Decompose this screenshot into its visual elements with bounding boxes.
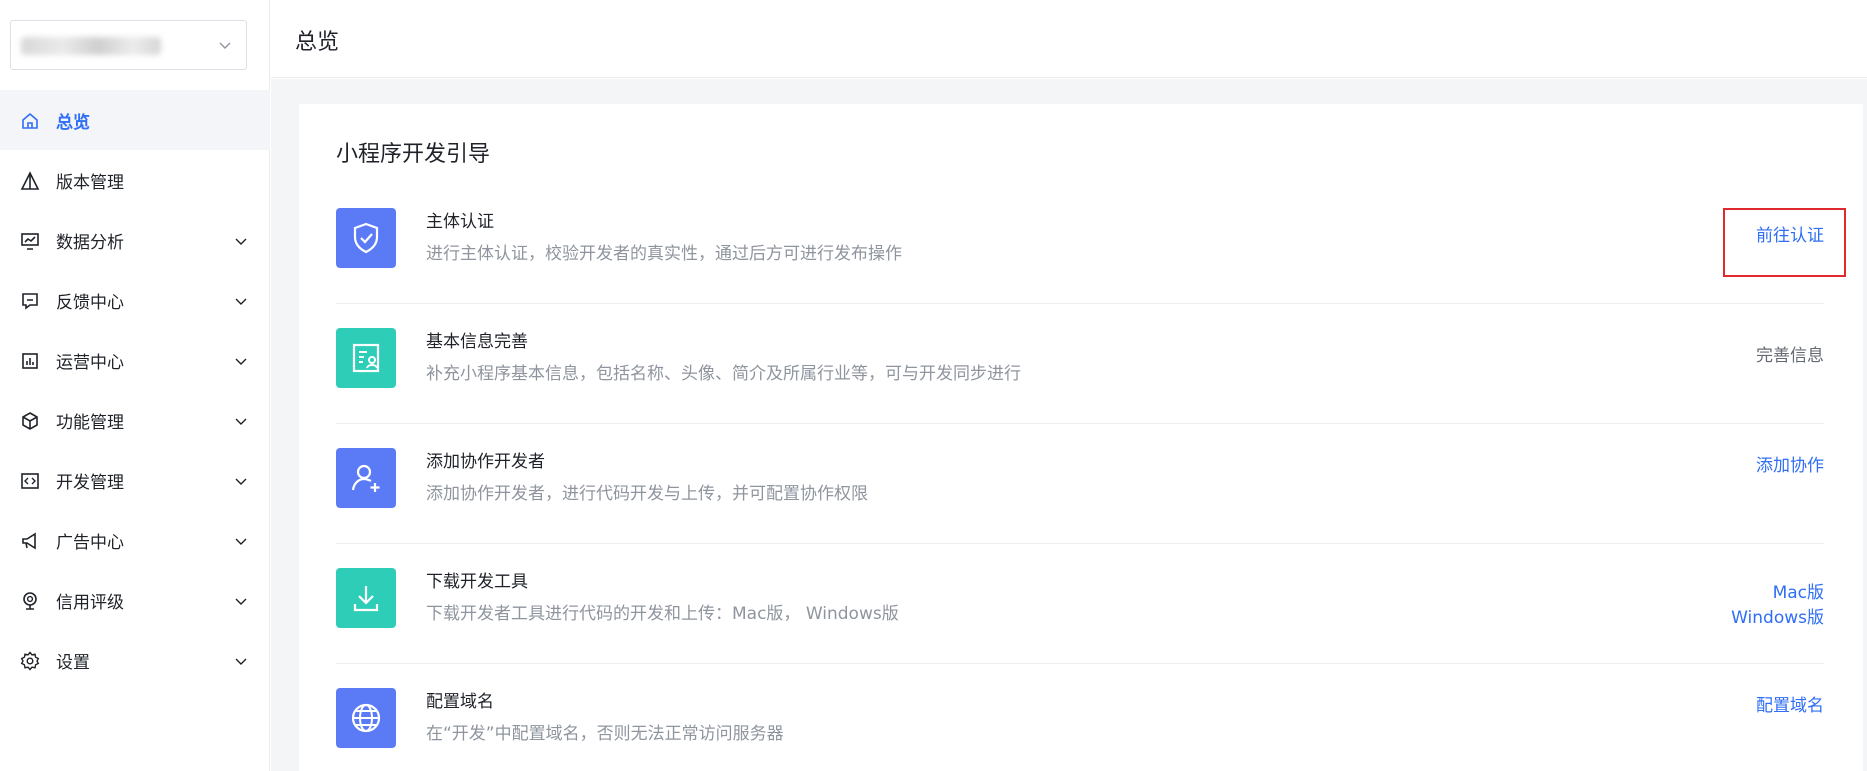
chevron-down-icon (235, 538, 247, 545)
sidebar-item-development[interactable]: 开发管理 (0, 450, 270, 510)
chevron-down-icon (235, 418, 247, 425)
code-icon (21, 473, 39, 489)
guide-row-basic-info: 基本信息完善 补充小程序基本信息，包括名称、头像、简介及所属行业等，可与开发同步… (336, 304, 1824, 424)
chevron-down-icon (235, 238, 247, 245)
sidebar-item-version[interactable]: 版本管理 (0, 150, 270, 210)
guide-row-collaborators: 添加协作开发者 添加协作开发者，进行代码开发与上传，并可配置协作权限 添加协作 (336, 424, 1824, 544)
guide-row-desc: 进行主体认证，校验开发者的真实性，通过后方可进行发布操作 (426, 244, 902, 264)
page-title: 总览 (295, 30, 340, 55)
sidebar-item-overview[interactable]: 总览 (0, 90, 270, 150)
chevron-down-icon (235, 358, 247, 365)
globe-icon (336, 688, 396, 748)
sidebar-item-data-analysis[interactable]: 数据分析 (0, 210, 270, 270)
sidebar-nav: 总览 版本管理 数据分析 反馈中心 运营中心 功能管理 开发管理 广告中心 信用… (0, 90, 270, 690)
sidebar-item-feedback[interactable]: 反馈中心 (0, 270, 270, 330)
download-icon (336, 568, 396, 628)
sidebar-item-label: 数据分析 (56, 232, 124, 253)
chevron-down-icon (219, 42, 231, 49)
guide-row-desc: 添加协作开发者，进行代码开发与上传，并可配置协作权限 (426, 484, 868, 504)
guide-row-download-tools: 下载开发工具 下载开发者工具进行代码的开发和上传：Mac版， Windows版 … (336, 544, 1824, 664)
guide-row-domain: 配置域名 在“开发”中配置域名，否则无法正常访问服务器 配置域名 (336, 664, 1824, 771)
guide-row-desc: 下载开发者工具进行代码的开发和上传：Mac版， Windows版 (426, 604, 899, 624)
sidebar-item-credit[interactable]: 信用评级 (0, 570, 270, 630)
card-title: 小程序开发引导 (336, 142, 491, 167)
sidebar-item-label: 反馈中心 (56, 292, 124, 313)
sidebar-item-features[interactable]: 功能管理 (0, 390, 270, 450)
sidebar: 总览 版本管理 数据分析 反馈中心 运营中心 功能管理 开发管理 广告中心 信用… (0, 0, 270, 771)
version-icon (20, 171, 40, 190)
guide-row-title: 主体认证 (426, 212, 494, 232)
operations-icon (22, 353, 38, 369)
feedback-icon (22, 293, 38, 310)
guide-row-desc: 在“开发”中配置域名，否则无法正常访问服务器 (426, 724, 784, 744)
sidebar-item-ads[interactable]: 广告中心 (0, 510, 270, 570)
home-icon (22, 112, 38, 129)
sidebar-item-label: 设置 (56, 652, 90, 673)
badge-icon (23, 592, 37, 610)
sidebar-item-label: 版本管理 (56, 172, 124, 193)
sidebar-item-settings[interactable]: 设置 (0, 630, 270, 690)
guide-row-title: 添加协作开发者 (426, 452, 545, 472)
sidebar-item-label: 信用评级 (56, 592, 124, 613)
sidebar-item-label: 广告中心 (56, 532, 124, 553)
cube-icon (22, 412, 38, 430)
chevron-down-icon (235, 658, 247, 665)
sidebar-item-operations[interactable]: 运营中心 (0, 330, 270, 390)
guide-row-verification: 主体认证 进行主体认证，校验开发者的真实性，通过后方可进行发布操作 前往认证 (336, 184, 1824, 304)
sidebar-item-label: 功能管理 (56, 412, 124, 433)
guide-row-title: 配置域名 (426, 692, 494, 712)
dev-guide-card: 小程序开发引导 主体认证 进行主体认证，校验开发者的真实性，通过后方可进行发布操… (299, 104, 1863, 771)
megaphone-icon (22, 532, 36, 550)
profile-doc-icon (336, 328, 396, 388)
sidebar-item-label: 开发管理 (56, 472, 124, 493)
chevron-down-icon (235, 598, 247, 605)
gear-icon (20, 651, 40, 671)
guide-row-desc: 补充小程序基本信息，包括名称、头像、简介及所属行业等，可与开发同步进行 (426, 364, 1021, 384)
shield-check-icon (336, 208, 396, 268)
chevron-down-icon (235, 478, 247, 485)
guide-row-title: 下载开发工具 (426, 572, 528, 592)
annotation-highlight-box (1723, 208, 1846, 277)
sidebar-item-label: 总览 (56, 112, 90, 133)
page-header: 总览 (271, 0, 1867, 78)
complete-info-link[interactable]: 完善信息 (1756, 341, 1824, 366)
add-user-icon (336, 448, 396, 508)
chart-monitor-icon (21, 233, 39, 250)
sidebar-item-label: 运营中心 (56, 352, 124, 373)
windows-download-link[interactable]: Windows版 (1731, 603, 1824, 628)
app-selector[interactable] (10, 20, 247, 70)
guide-row-title: 基本信息完善 (426, 332, 528, 352)
mac-download-link[interactable]: Mac版 (1773, 578, 1824, 603)
configure-domain-link[interactable]: 配置域名 (1756, 691, 1824, 716)
add-collaborator-link[interactable]: 添加协作 (1756, 451, 1824, 476)
app-name-redacted (21, 37, 161, 55)
chevron-down-icon (235, 298, 247, 305)
